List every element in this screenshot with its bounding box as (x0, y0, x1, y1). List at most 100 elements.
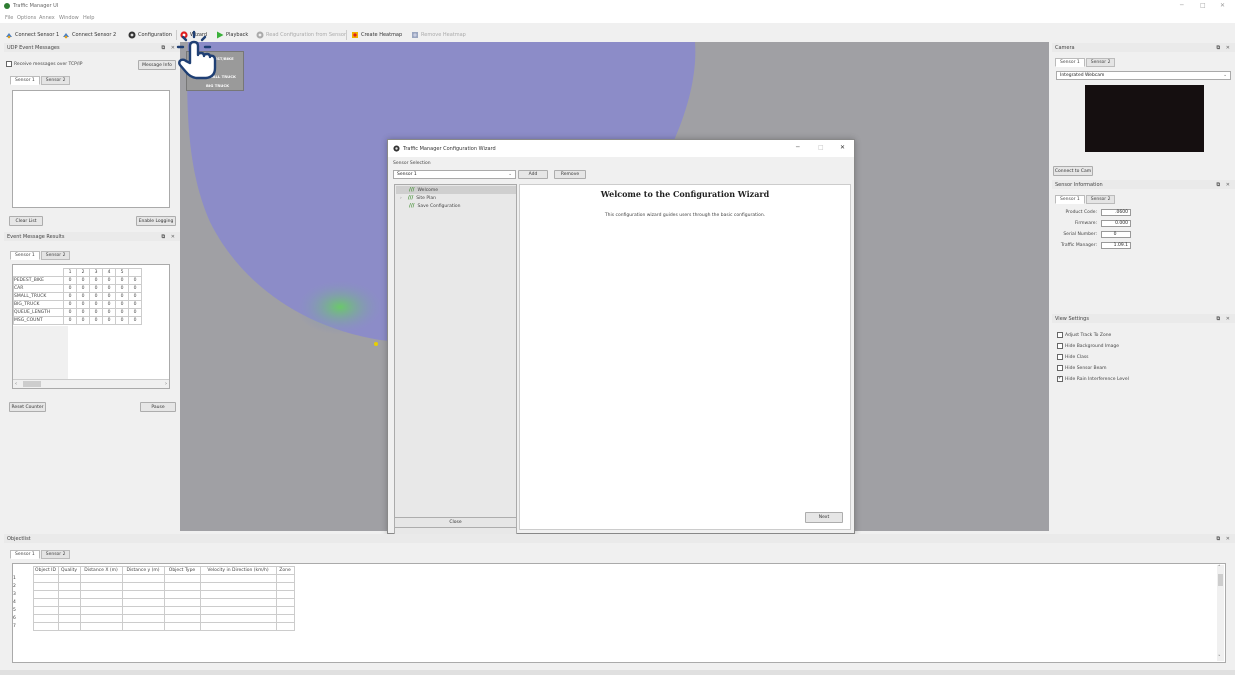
table-row: 1 (13, 574, 295, 583)
cell (57, 582, 81, 591)
connect-to-cam-button[interactable]: Connect to Cam (1053, 166, 1093, 176)
step-site-plan[interactable]: › ///Site Plan (400, 195, 436, 201)
maximize-button[interactable]: □ (1200, 2, 1206, 9)
row-number: 2 (13, 584, 16, 589)
scroll-up-icon[interactable]: ˄ (1218, 565, 1221, 571)
checkbox-box[interactable] (6, 61, 12, 67)
panel-float-close-icon[interactable]: ⧉ ✕ (1216, 536, 1232, 542)
hide-sensor-beam-checkbox[interactable]: Hide Sensor Beam (1057, 365, 1107, 371)
dialog-maximize-button[interactable]: □ (818, 144, 824, 151)
row-number: 6 (13, 616, 16, 621)
connect-icon (63, 33, 69, 39)
checkbox-label: Receive messages over TCP/IP (14, 61, 83, 67)
tab-sensor-2[interactable]: Sensor 2 (40, 251, 71, 260)
sensor-origin-marker (374, 342, 378, 346)
panel-float-close-icon[interactable]: ⧉ ✕ (161, 234, 177, 240)
scroll-right-icon[interactable]: › (165, 381, 167, 387)
cell (199, 582, 277, 591)
create-heatmap-button[interactable]: Create Heatmap (351, 30, 402, 40)
cell (57, 574, 81, 583)
tab-sensor-1[interactable]: Sensor 1 (10, 76, 40, 85)
add-sensor-button[interactable]: Add (518, 170, 548, 179)
dialog-close-button[interactable]: ✕ (840, 144, 845, 151)
toolbar-separator (346, 30, 347, 40)
enable-logging-button[interactable]: Enable Logging (136, 216, 176, 226)
scroll-down-icon[interactable]: ˅ (1218, 655, 1221, 661)
cell (57, 590, 81, 599)
tab-sensor-1[interactable]: Sensor 1 (1055, 195, 1085, 204)
cell (275, 606, 295, 615)
vertical-scrollbar[interactable]: ˄ ˅ (1217, 565, 1224, 661)
cell (79, 614, 123, 623)
scroll-left-icon[interactable]: ‹ (15, 381, 17, 387)
adjust-track-to-zone-checkbox[interactable]: Adjust Track To Zone (1057, 332, 1111, 338)
cell: 0 (63, 292, 77, 301)
cell (32, 606, 59, 615)
minimize-button[interactable]: ─ (1180, 2, 1184, 9)
table-row: 6 (13, 614, 295, 623)
table-row: 2 (13, 582, 295, 591)
remove-sensor-button[interactable]: Remove (554, 170, 586, 179)
tab-sensor-1[interactable]: Sensor 1 (1055, 58, 1085, 67)
connect-sensor-1-button[interactable]: Connect Sensor 1 (5, 30, 59, 40)
connect-sensor-2-button[interactable]: Connect Sensor 2 (62, 30, 116, 40)
close-window-button[interactable]: ✕ (1220, 2, 1225, 9)
panel-title: Event Message Results (7, 233, 65, 240)
next-button[interactable]: Next (805, 512, 843, 523)
hide-class-checkbox[interactable]: Hide Class (1057, 354, 1089, 360)
chevron-right-icon[interactable]: › (400, 196, 402, 201)
horizontal-scrollbar[interactable]: ‹ › (13, 379, 169, 388)
step-label: Welcome (417, 187, 439, 193)
hide-rain-interference-checkbox[interactable]: Hide Rain Interference Level (1057, 375, 1129, 382)
close-button[interactable]: Close (394, 517, 517, 528)
tab-sensor-2[interactable]: Sensor 2 (1085, 195, 1116, 204)
menu-help[interactable]: Help (83, 15, 94, 21)
read-configuration-button[interactable]: Read Configuration from Sensor (256, 30, 346, 40)
cell: 0 (76, 292, 90, 301)
sensor-select[interactable]: Sensor 1 ⌄ (393, 170, 516, 179)
popup-item[interactable]: BIG TRUCK (206, 83, 229, 88)
menu-file[interactable]: File (5, 15, 13, 21)
menu-annex[interactable]: Annex (39, 15, 55, 21)
step-welcome[interactable]: ///Welcome (409, 187, 438, 193)
tab-sensor-2[interactable]: Sensor 2 (1085, 58, 1116, 67)
panel-title: Objectlist (7, 535, 31, 542)
product-code-field: .0600 (1101, 209, 1131, 216)
checkbox-label: Hide Sensor Beam (1065, 365, 1107, 371)
cell: 0 (63, 316, 77, 325)
camera-source-select[interactable]: Integrated Webcam ⌄ (1056, 71, 1231, 80)
pause-button[interactable]: Pause (140, 402, 176, 412)
scrollbar-thumb[interactable] (23, 381, 41, 387)
hide-background-image-checkbox[interactable]: Hide Background Image (1057, 343, 1119, 349)
message-info-button[interactable]: Message Info (138, 60, 176, 70)
udp-message-list[interactable] (12, 90, 170, 208)
menu-window[interactable]: Window (59, 15, 79, 21)
reset-counter-button[interactable]: Reset Counter (9, 402, 46, 412)
scrollbar-thumb[interactable] (1218, 574, 1223, 586)
tcp-receive-checkbox[interactable]: Receive messages over TCP/IP (6, 61, 82, 67)
configuration-button[interactable]: Configuration (128, 30, 172, 40)
tab-sensor-1[interactable]: Sensor 1 (10, 550, 40, 559)
checkbox-box[interactable] (1057, 375, 1063, 382)
checkbox-box[interactable] (1057, 365, 1063, 371)
clear-list-button[interactable]: Clear List (9, 216, 43, 226)
cell: 0 (102, 276, 116, 285)
panel-float-close-icon[interactable]: ⧉ ✕ (1216, 45, 1232, 51)
remove-heatmap-button[interactable]: Remove Heatmap (411, 30, 466, 40)
tab-sensor-2[interactable]: Sensor 2 (40, 76, 71, 85)
cell (57, 606, 81, 615)
column-header: Object Type (163, 566, 201, 575)
tab-sensor-1[interactable]: Sensor 1 (10, 251, 40, 260)
checkbox-box[interactable] (1057, 332, 1063, 338)
menu-options[interactable]: Options (17, 15, 36, 21)
step-save-configuration[interactable]: ///Save Configuration (409, 203, 460, 209)
step-label: Save Configuration (417, 203, 461, 209)
cell: 0 (128, 300, 142, 309)
panel-float-close-icon[interactable]: ⧉ ✕ (1216, 182, 1232, 188)
checkbox-box[interactable] (1057, 343, 1063, 349)
tab-sensor-2[interactable]: Sensor 2 (40, 550, 71, 559)
checkbox-box[interactable] (1057, 354, 1063, 360)
heatmap-icon (412, 32, 418, 38)
panel-float-close-icon[interactable]: ⧉ ✕ (1216, 316, 1232, 322)
dialog-minimize-button[interactable]: ─ (796, 144, 800, 151)
